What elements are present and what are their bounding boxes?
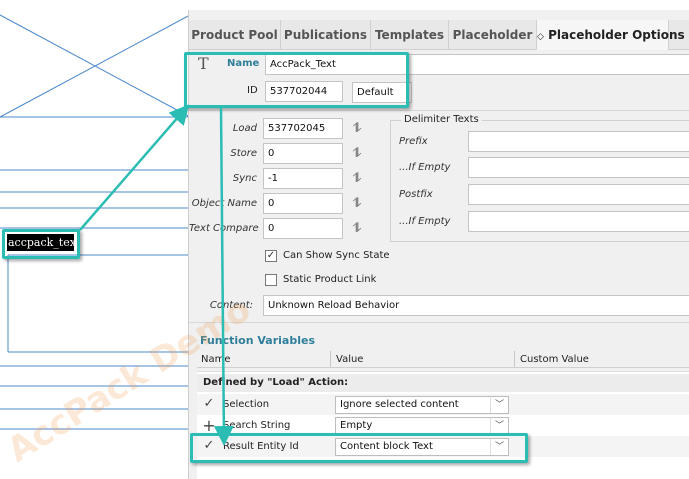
static-product-link-label: Static Product Link (283, 274, 377, 285)
link-icon[interactable]: ⥮ (349, 221, 365, 237)
text-compare-input[interactable]: 0 (263, 218, 343, 239)
delimiter-title: Delimiter Texts (401, 114, 482, 125)
link-icon[interactable]: ⥮ (349, 171, 365, 187)
tab-templates[interactable]: Templates (371, 20, 449, 50)
fv-value-dropdown[interactable]: Content block Text ﹀ (335, 438, 509, 456)
tab-publications[interactable]: Publications (281, 20, 371, 50)
postfix-input[interactable] (468, 184, 689, 205)
tab-product-pool[interactable]: Product Pool (189, 20, 281, 50)
fv-group-label: Defined by "Load" Action: (203, 377, 349, 388)
fv-value-text: Ignore selected content (340, 399, 459, 410)
layout-canvas[interactable]: accpack_text (0, 0, 190, 479)
fv-col-custom-value: Custom Value (520, 354, 589, 365)
load-label: Load (232, 123, 257, 134)
prefix-label: Prefix (399, 136, 428, 147)
tab-bar: Product Pool Publications Templates Plac… (189, 20, 689, 50)
table-row[interactable]: ✓ Selection Ignore selected content ﹀ (197, 394, 689, 415)
fv-value-text: Empty (340, 420, 373, 431)
section-separator (189, 322, 689, 323)
fv-row-name: Selection (223, 399, 270, 410)
selected-text-frame[interactable]: accpack_text (7, 234, 74, 251)
fv-col-value: Value (336, 354, 364, 365)
fv-row-name: Search String (223, 420, 291, 431)
fv-value-dropdown[interactable]: Empty ﹀ (335, 417, 509, 435)
tab-placeholder[interactable]: Placeholder (449, 20, 537, 50)
header-separator (189, 110, 689, 111)
content-label: Content: (209, 300, 253, 311)
sync-input[interactable]: -1 (263, 168, 343, 189)
fv-col-name: Name (201, 354, 231, 365)
fv-row-name: Result Entity Id (223, 441, 299, 452)
fv-value-text: Content block Text (340, 441, 433, 452)
link-icon[interactable]: ⥮ (349, 121, 365, 137)
postfix-if-empty-input[interactable] (468, 211, 689, 232)
store-label: Store (230, 148, 257, 159)
postfix-if-empty-label: ...If Empty (399, 216, 451, 227)
load-input[interactable]: 537702045 (263, 118, 343, 139)
checkmark-icon: ✓ (203, 396, 215, 411)
link-icon[interactable]: ⥮ (349, 196, 365, 212)
chevron-icon: ◇ (537, 32, 544, 42)
function-variables-title: Function Variables (200, 334, 316, 347)
tab-placeholder-options[interactable]: ◇ Placeholder Options (537, 20, 685, 50)
content-select[interactable]: Unknown Reload Behavior (263, 295, 689, 316)
name-label: Name (227, 58, 260, 69)
chevron-down-icon[interactable]: ﹀ (490, 439, 508, 455)
chevron-down-icon[interactable]: ﹀ (490, 418, 508, 434)
text-placeholder-icon: T (198, 54, 209, 73)
plus-icon: + (202, 416, 216, 435)
fv-value-dropdown[interactable]: Ignore selected content ﹀ (335, 396, 509, 414)
fv-col-separator (514, 351, 515, 367)
name-input[interactable]: AccPack_Text (265, 54, 689, 75)
id-input[interactable]: 537702044 (265, 81, 343, 102)
can-show-sync-state-label: Can Show Sync State (283, 250, 390, 261)
object-name-label: Object Name (191, 198, 257, 209)
placeholder-options-panel: Product Pool Publications Templates Plac… (188, 10, 689, 479)
static-product-link-checkbox[interactable] (265, 274, 277, 286)
id-label: ID (247, 85, 258, 96)
sync-label: Sync (232, 173, 257, 184)
can-show-sync-state-checkbox[interactable]: ✓ (265, 250, 277, 262)
tab-placeholder-options-label: Placeholder Options (548, 28, 685, 42)
id-default-field[interactable]: Default (352, 82, 412, 103)
prefix-if-empty-input[interactable] (468, 157, 689, 178)
postfix-label: Postfix (399, 189, 433, 200)
table-row[interactable]: + Search String Empty ﹀ (197, 415, 689, 436)
chevron-down-icon[interactable]: ﹀ (490, 397, 508, 413)
prefix-input[interactable] (468, 131, 689, 152)
text-compare-label: Text Compare (189, 223, 259, 234)
store-input[interactable]: 0 (263, 143, 343, 164)
link-icon[interactable]: ⥮ (349, 146, 365, 162)
prefix-if-empty-label: ...If Empty (399, 162, 451, 173)
table-row[interactable]: ✓ Result Entity Id Content block Text ﹀ (197, 436, 689, 457)
fv-col-separator (330, 351, 331, 367)
object-name-input[interactable]: 0 (263, 193, 343, 214)
checkmark-icon: ✓ (203, 438, 215, 453)
fv-header (197, 350, 689, 368)
